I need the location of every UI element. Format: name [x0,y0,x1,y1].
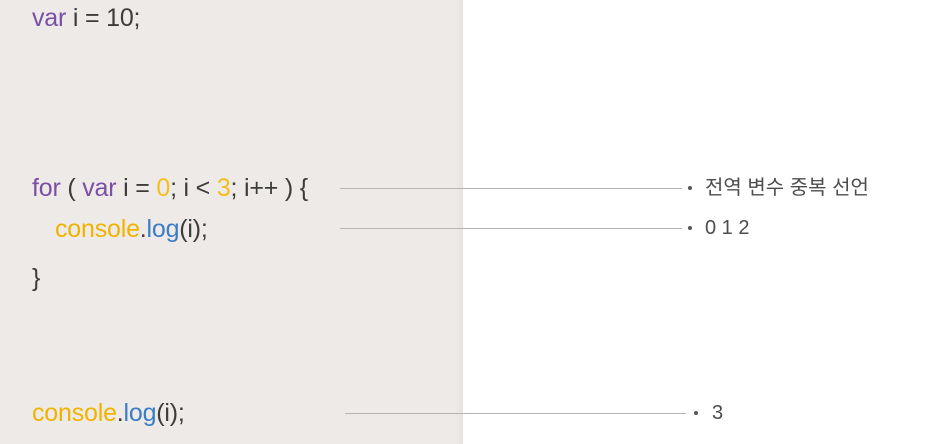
code-token: } [32,264,41,292]
keyword-token: var [32,4,67,32]
code-token: i = 10; [66,4,141,32]
code-token: ( [60,174,83,202]
annotation-connector-line [340,228,682,229]
code-token: i = [116,174,157,202]
code-line-loop-body-log: console.log(i); [55,214,208,244]
code-token: ; i++ ) { [230,174,309,202]
code-token: . [116,399,124,427]
annotation-bullet-dot [688,226,692,230]
code-token: (i); [179,215,208,243]
number-literal-token: 0 [156,174,171,202]
annotation-text-final-output: 3 [712,402,724,424]
code-token: (i); [156,399,185,427]
keyword-token: var [82,174,117,202]
annotation-text-redeclaration: 전역 변수 중복 선언 [705,177,869,199]
code-token: . [139,215,147,243]
object-token: console [32,399,117,427]
annotation-bullet-dot [694,411,698,415]
object-token: console [55,215,140,243]
annotation-connector-line [340,188,682,189]
keyword-token: for [32,174,61,202]
code-line-for-loop-header: for ( var i = 0; i < 3; i++ ) { [32,173,308,203]
annotation-text-loop-output: 0 1 2 [705,217,750,239]
annotation-connector-line [345,413,686,414]
code-line-closing-brace: } [32,263,40,293]
annotation-bullet-dot [688,186,692,190]
code-token: ; i < [170,174,217,202]
code-line-final-log: console.log(i); [32,398,185,428]
method-token: log [123,399,157,427]
code-line-global-var-declaration: var i = 10; [32,3,140,33]
method-token: log [146,215,180,243]
slide: var i = 10; for ( var i = 0; i < 3; i++ … [0,0,937,444]
number-literal-token: 3 [216,174,231,202]
